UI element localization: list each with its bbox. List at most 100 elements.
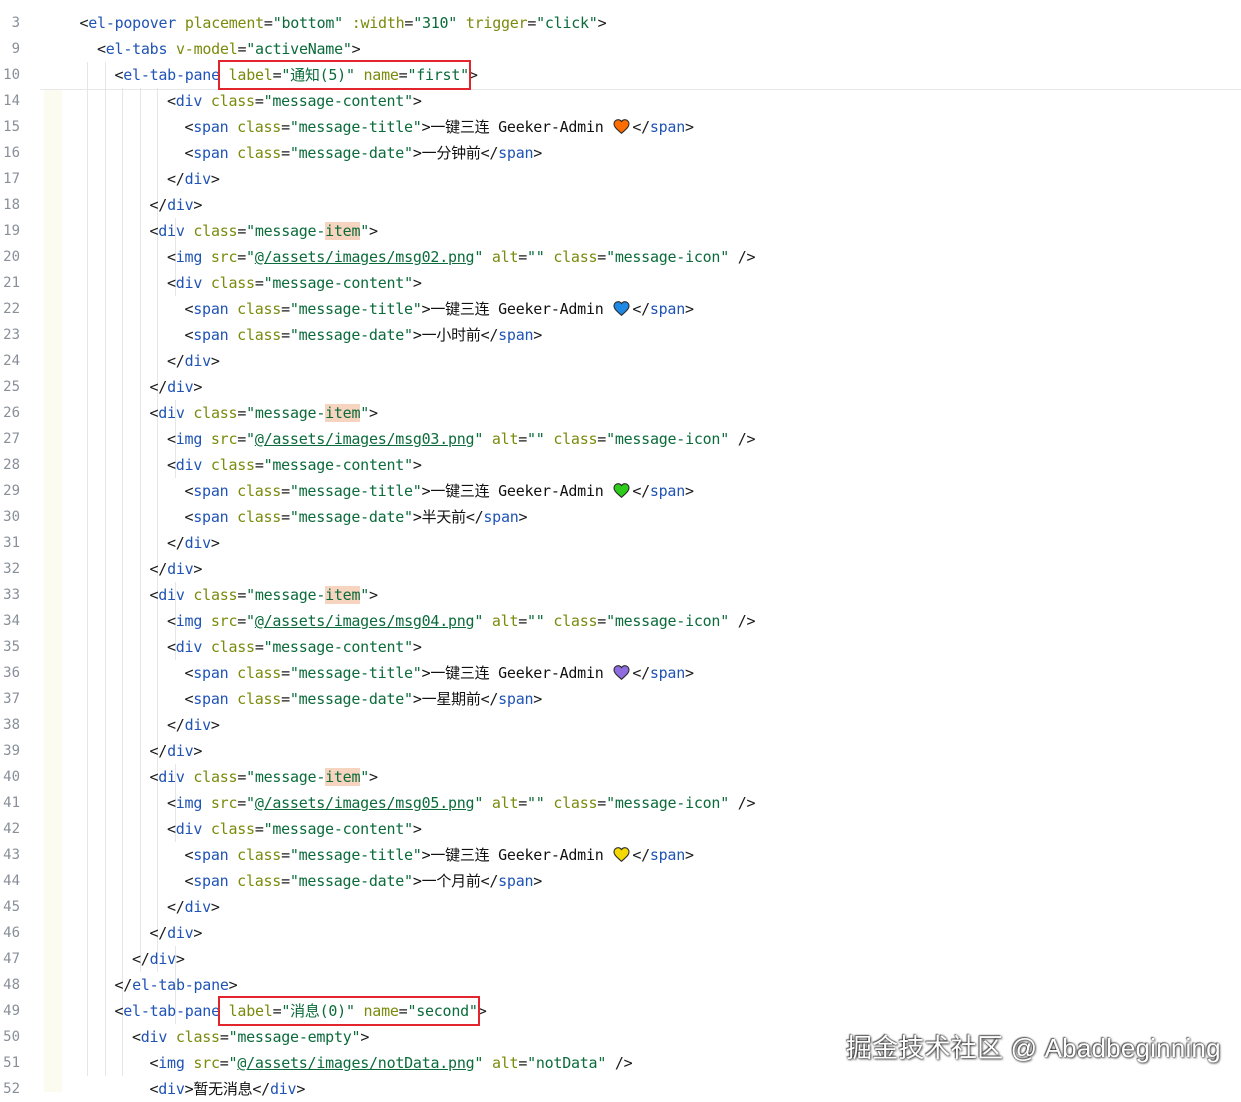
code-line[interactable]: 52 <div>暂无消息</div> [0, 1076, 1241, 1102]
code-text[interactable]: <img src="@/assets/images/msg02.png" alt… [167, 247, 756, 267]
code-line[interactable]: 30 <span class="message-date">半天前</span> [0, 504, 1241, 530]
code-text[interactable]: <span class="message-title">一键三连 Geeker-… [185, 481, 695, 501]
code-text[interactable]: <div class="message-item"> [150, 403, 378, 423]
code-line[interactable]: 36 <span class="message-title">一键三连 Geeke… [0, 660, 1241, 686]
code-line[interactable]: 48 </el-tab-pane> [0, 972, 1241, 998]
code-line[interactable]: 33 <div class="message-item"> [0, 582, 1241, 608]
code-text[interactable]: <el-tabs v-model="activeName"> [97, 39, 361, 59]
code-line[interactable]: 10 <el-tab-pane label="通知(5)" name="first… [0, 62, 1241, 88]
code-line[interactable]: 27 <img src="@/assets/images/msg03.png" a… [0, 426, 1241, 452]
code-text[interactable]: <div class="message-item"> [150, 221, 378, 241]
code-text[interactable]: <div class="message-item"> [150, 767, 378, 787]
code-text[interactable]: <span class="message-date">一星期前</span> [185, 689, 543, 709]
code-line[interactable]: 45 </div> [0, 894, 1241, 920]
code-text[interactable]: </div> [167, 533, 220, 553]
code-text[interactable]: <span class="message-title">一键三连 Geeker-… [185, 663, 695, 683]
code-line[interactable]: 9 <el-tabs v-model="activeName"> [0, 36, 1241, 62]
code-token: < [167, 274, 176, 292]
code-line[interactable]: 32 </div> [0, 556, 1241, 582]
code-line[interactable]: 37 <span class="message-date">一星期前</span> [0, 686, 1241, 712]
code-text[interactable]: </el-tab-pane> [115, 975, 238, 995]
code-text[interactable]: <div class="message-content"> [167, 455, 422, 475]
line-number: 24 [3, 353, 20, 369]
code-line[interactable]: 29 <span class="message-title">一键三连 Geeke… [0, 478, 1241, 504]
code-token: > [369, 222, 378, 240]
code-text[interactable]: <div class="message-item"> [150, 585, 378, 605]
code-token: </ [149, 742, 168, 760]
code-text[interactable]: <span class="message-date">一分钟前</span> [185, 143, 543, 163]
code-text[interactable]: <span class="message-title">一键三连 Geeker-… [185, 845, 695, 865]
code-text[interactable]: </div> [167, 351, 220, 371]
code-line[interactable]: 19 <div class="message-item"> [0, 218, 1241, 244]
code-token: = [237, 794, 247, 812]
code-token: > [533, 144, 543, 162]
code-line[interactable]: 14 <div class="message-content"> [0, 88, 1241, 114]
code-text[interactable]: <div class="message-content"> [167, 637, 422, 657]
code-line[interactable]: 21 <div class="message-content"> [0, 270, 1241, 296]
code-token: class [202, 638, 255, 656]
code-token: = [281, 144, 290, 162]
code-token: class [184, 404, 238, 422]
line-number: 26 [3, 405, 20, 421]
code-text[interactable]: </div> [167, 169, 220, 189]
code-line[interactable]: 38 </div> [0, 712, 1241, 738]
code-text[interactable]: <span class="message-date">半天前</span> [185, 507, 528, 527]
code-text[interactable]: <div class="message-content"> [167, 273, 422, 293]
code-token: </ [632, 482, 650, 500]
code-line[interactable]: 47 </div> [0, 946, 1241, 972]
code-text[interactable]: <div class="message-content"> [167, 91, 422, 111]
code-text[interactable]: </div> [167, 897, 220, 917]
code-line[interactable]: 15 <span class="message-title">一键三连 Geeke… [0, 114, 1241, 140]
code-line[interactable]: 43 <span class="message-title">一键三连 Geeke… [0, 842, 1241, 868]
code-line[interactable]: 49 <el-tab-pane label="消息(0)" name="secon… [0, 998, 1241, 1024]
code-line[interactable]: 23 <span class="message-date">一小时前</span> [0, 322, 1241, 348]
code-line[interactable]: 22 <span class="message-title">一键三连 Geeke… [0, 296, 1241, 322]
code-text[interactable]: <img src="@/assets/images/msg04.png" alt… [167, 611, 756, 631]
code-text[interactable]: <img src="@/assets/images/notData.png" a… [150, 1053, 633, 1073]
code-text[interactable]: </div> [132, 949, 185, 969]
code-line[interactable]: 26 <div class="message-item"> [0, 400, 1241, 426]
code-text[interactable]: </div> [167, 715, 220, 735]
code-token: div [158, 1080, 185, 1098]
code-text[interactable]: <img src="@/assets/images/msg03.png" alt… [167, 429, 756, 449]
code-line[interactable]: 35 <div class="message-content"> [0, 634, 1241, 660]
code-token: div [167, 560, 194, 578]
code-line[interactable]: 31 </div> [0, 530, 1241, 556]
code-text[interactable]: <div>暂无消息</div> [150, 1079, 306, 1099]
code-line[interactable]: 42 <div class="message-content"> [0, 816, 1241, 842]
code-editor[interactable]: 3 <el-popover placement="bottom" :width="… [0, 0, 1241, 1098]
code-text[interactable]: <img src="@/assets/images/msg05.png" alt… [167, 793, 756, 813]
line-number: 52 [3, 1081, 20, 1097]
code-token: span [498, 144, 534, 162]
code-line[interactable]: 18 </div> [0, 192, 1241, 218]
code-text[interactable]: </div> [150, 377, 203, 397]
code-token: > [210, 534, 220, 552]
code-line[interactable]: 39 </div> [0, 738, 1241, 764]
code-line[interactable]: 46 </div> [0, 920, 1241, 946]
line-number: 20 [3, 249, 20, 265]
code-text[interactable]: <el-popover placement="bottom" :width="3… [80, 13, 607, 33]
code-line[interactable]: 25 </div> [0, 374, 1241, 400]
code-line[interactable]: 3 <el-popover placement="bottom" :width="… [0, 10, 1241, 36]
line-number: 23 [3, 327, 20, 343]
code-line[interactable]: 41 <img src="@/assets/images/msg05.png" a… [0, 790, 1241, 816]
code-line[interactable]: 40 <div class="message-item"> [0, 764, 1241, 790]
code-line[interactable]: 34 <img src="@/assets/images/msg04.png" a… [0, 608, 1241, 634]
code-text[interactable]: </div> [150, 559, 203, 579]
code-text[interactable]: </div> [150, 923, 203, 943]
code-text[interactable]: </div> [150, 741, 203, 761]
code-text[interactable]: <span class="message-date">一小时前</span> [185, 325, 543, 345]
code-line[interactable]: 16 <span class="message-date">一分钟前</span> [0, 140, 1241, 166]
code-line[interactable]: 20 <img src="@/assets/images/msg02.png" a… [0, 244, 1241, 270]
code-line[interactable]: 44 <span class="message-date">一个月前</span> [0, 868, 1241, 894]
code-text[interactable]: </div> [150, 195, 203, 215]
code-text[interactable]: <span class="message-date">一个月前</span> [185, 871, 543, 891]
code-token: span [649, 118, 685, 136]
code-line[interactable]: 24 </div> [0, 348, 1241, 374]
code-line[interactable]: 17 </div> [0, 166, 1241, 192]
code-line[interactable]: 28 <div class="message-content"> [0, 452, 1241, 478]
code-text[interactable]: <div class="message-empty"> [132, 1027, 369, 1047]
code-text[interactable]: <span class="message-title">一键三连 Geeker-… [185, 299, 695, 319]
code-text[interactable]: <div class="message-content"> [167, 819, 422, 839]
code-text[interactable]: <span class="message-title">一键三连 Geeker-… [185, 117, 695, 137]
